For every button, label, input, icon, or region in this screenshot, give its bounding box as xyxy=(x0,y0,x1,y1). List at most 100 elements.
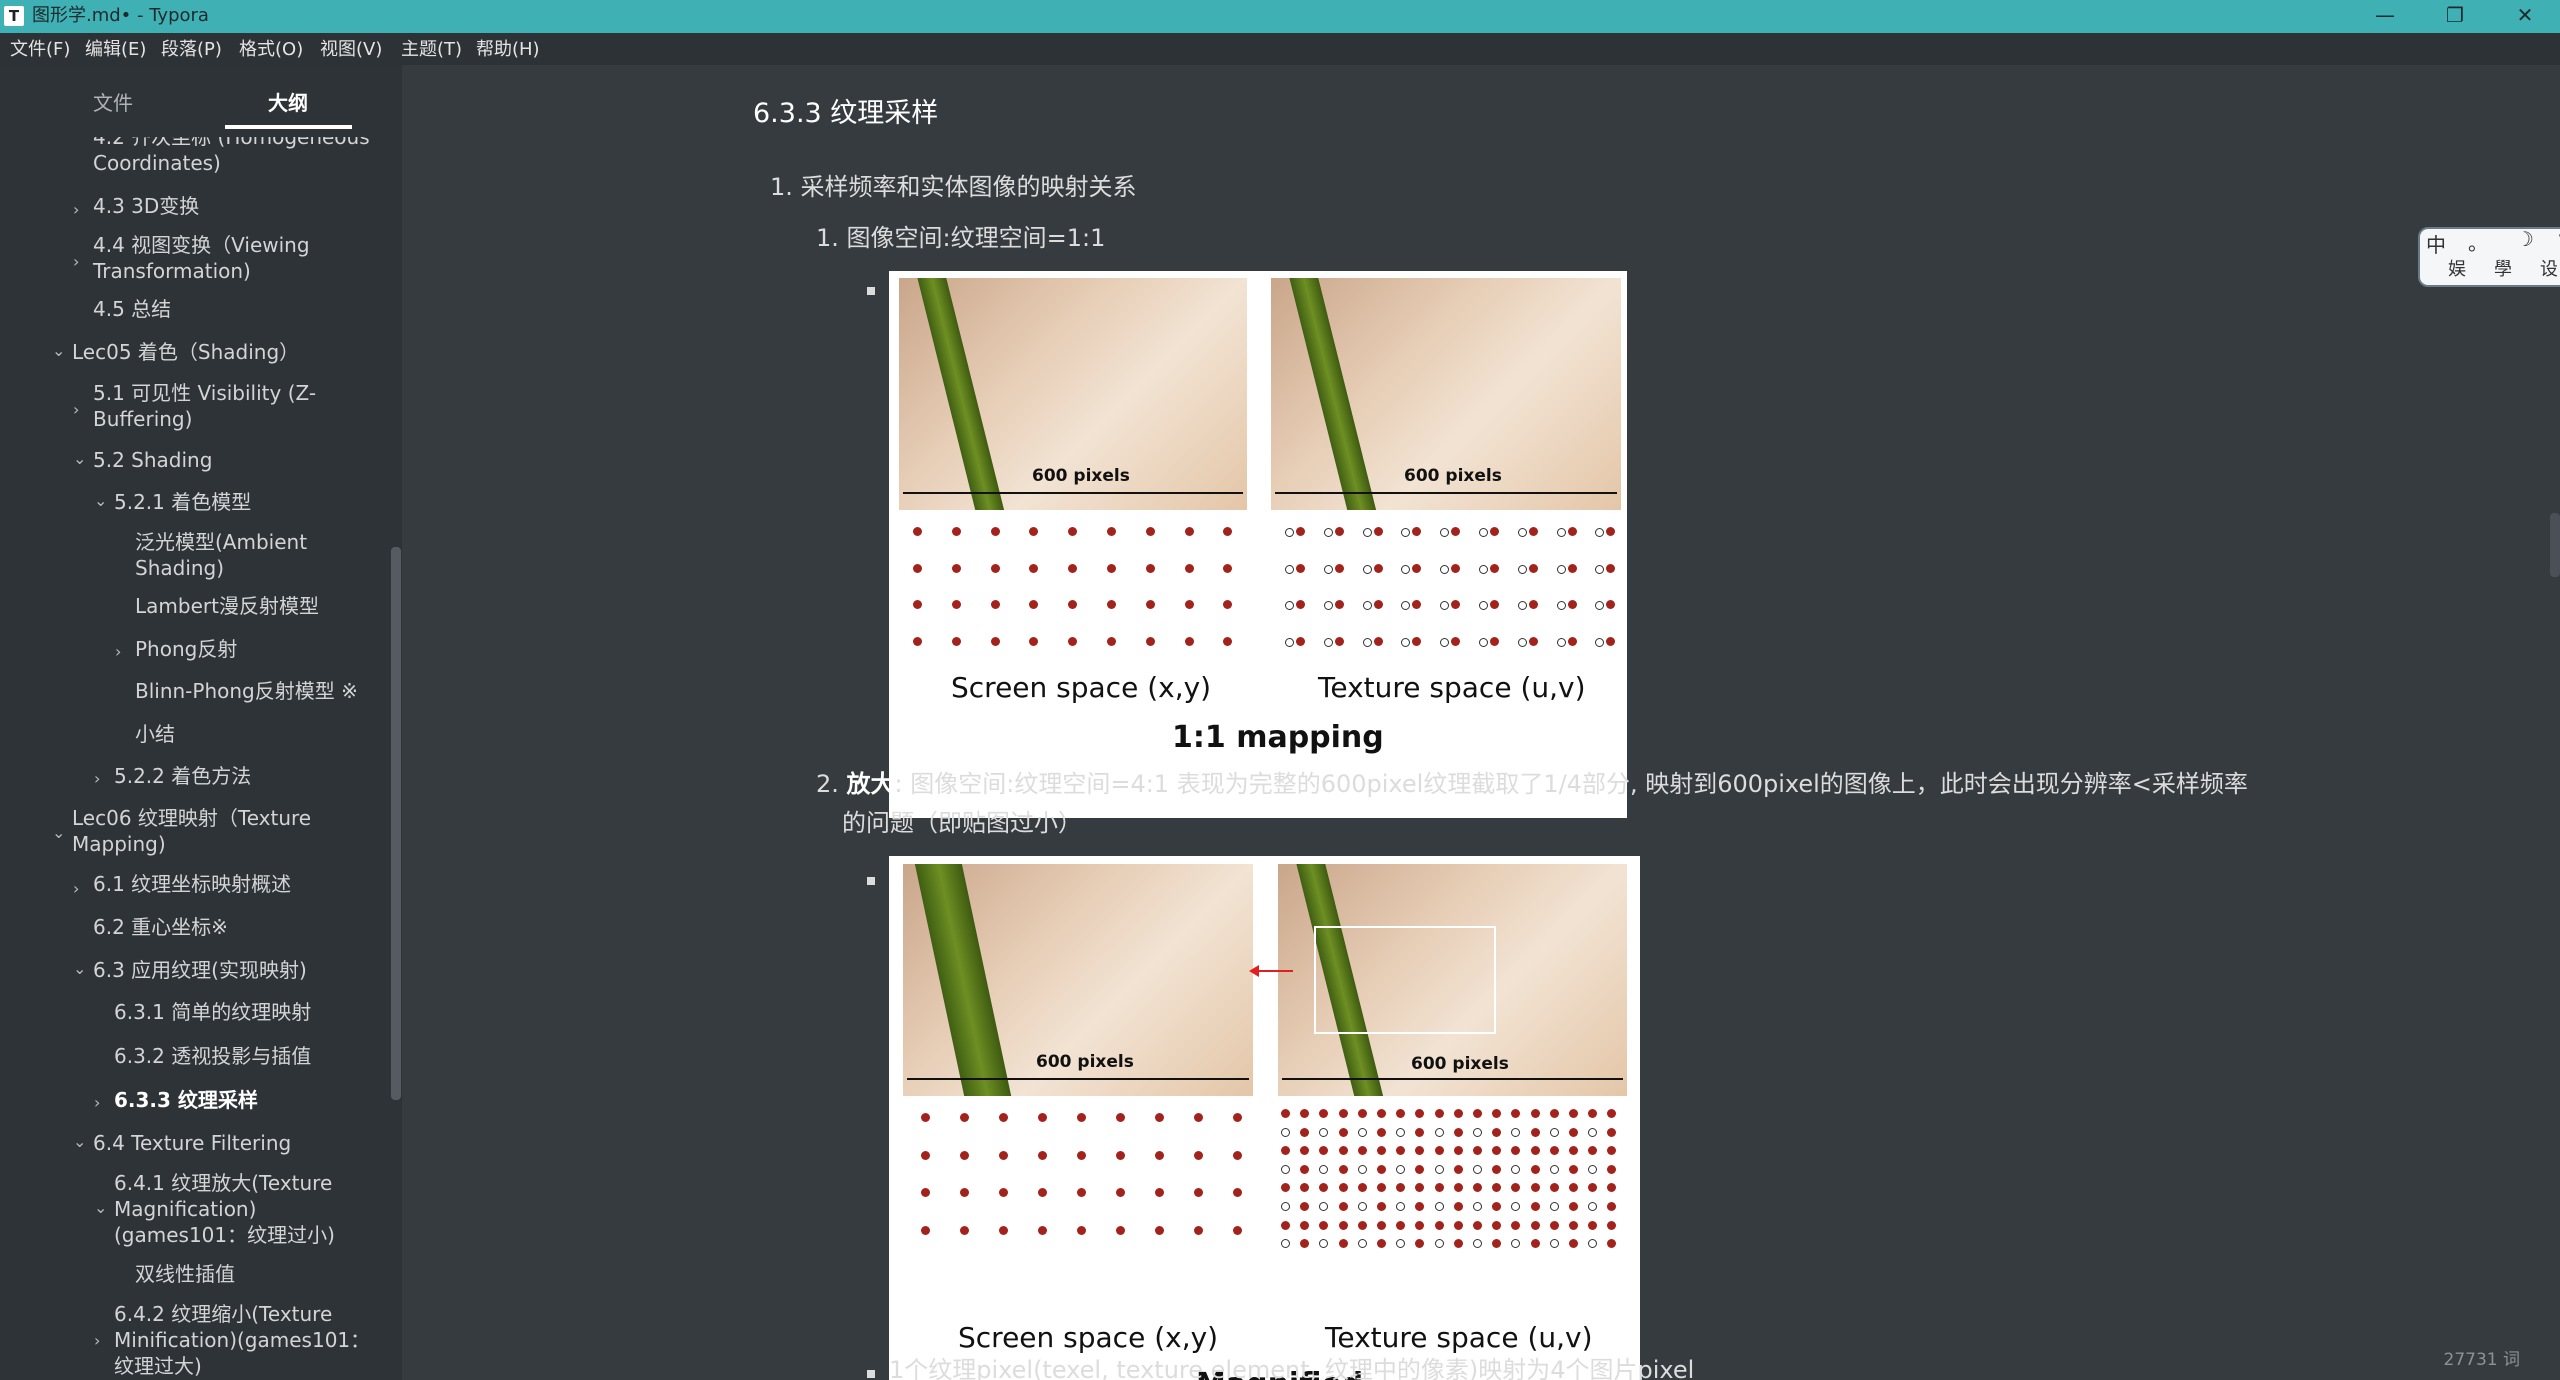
outline-item[interactable]: Mapping) xyxy=(72,831,166,857)
outline-item-current[interactable]: 6.3.3 纹理采样 xyxy=(114,1087,258,1113)
menu-format[interactable]: 格式(O) xyxy=(239,39,303,61)
outline-item[interactable]: 双线性插值 xyxy=(135,1261,235,1287)
sample-dot xyxy=(1077,1225,1086,1235)
sample-dot xyxy=(1530,1220,1540,1230)
sample-dot xyxy=(1377,1183,1386,1193)
outline-item[interactable]: Buffering) xyxy=(93,406,192,432)
section-heading: 6.3.3 纹理采样 xyxy=(753,98,939,129)
menu-view[interactable]: 视图(V) xyxy=(320,39,382,61)
menu-help[interactable]: 帮助(H) xyxy=(476,39,540,61)
sample-dot xyxy=(1588,1183,1598,1193)
sample-dot xyxy=(1567,563,1577,573)
menu-edit[interactable]: 编辑(E) xyxy=(85,39,146,61)
close-button[interactable]: ✕ xyxy=(2490,0,2560,33)
sample-dot xyxy=(960,1150,969,1160)
outline-item[interactable]: 4.2 齐次坐标 (Homogeneous xyxy=(93,137,370,150)
outline-item[interactable]: 5.1 可见性 Visibility (Z- xyxy=(93,380,316,406)
chevron-right-icon[interactable]: › xyxy=(73,879,79,899)
chevron-down-icon[interactable]: ⌄ xyxy=(94,1198,107,1218)
outline-item[interactable]: Magnification) xyxy=(114,1196,256,1222)
sample-dot xyxy=(921,1113,930,1122)
sample-dot xyxy=(1434,1109,1444,1118)
sidebar-scrollbar[interactable] xyxy=(391,547,401,1100)
editor-area[interactable]: 6.3.3 纹理采样 1. 采样频率和实体图像的映射关系 1. 图像空间:纹理空… xyxy=(402,65,2560,1380)
outline-item[interactable]: (games101：纹理过小) xyxy=(114,1222,335,1248)
outline-item[interactable]: Blinn-Phong反射模型 ※ xyxy=(135,678,358,704)
outline-item[interactable]: 4.5 总结 xyxy=(93,296,171,322)
chevron-right-icon[interactable]: › xyxy=(94,1331,100,1351)
outline-item[interactable]: 5.2.1 着色模型 xyxy=(114,489,251,515)
chevron-right-icon[interactable]: › xyxy=(115,642,121,662)
outline-item[interactable]: Minification)(games101： xyxy=(114,1327,370,1353)
maximize-button[interactable]: ❐ xyxy=(2420,0,2490,33)
outline-item[interactable]: 6.1 纹理坐标映射概述 xyxy=(93,871,291,897)
chevron-down-icon[interactable]: ⌄ xyxy=(73,959,86,979)
sample-dot xyxy=(1373,527,1383,536)
chevron-right-icon[interactable]: › xyxy=(73,400,79,420)
sample-dot xyxy=(1415,1146,1425,1156)
empty-sample-dot xyxy=(1556,528,1566,537)
minimize-button[interactable]: — xyxy=(2350,0,2420,33)
sample-dot xyxy=(1490,600,1499,609)
chevron-right-icon[interactable]: › xyxy=(94,769,100,789)
empty-sample-dot xyxy=(1549,1164,1559,1174)
outline-item[interactable]: Lec06 纹理映射（Texture xyxy=(72,805,311,831)
word-count[interactable]: 27731 词 xyxy=(2444,1345,2520,1370)
sample-dot xyxy=(1068,527,1078,536)
sample-dot xyxy=(990,636,1000,646)
sample-dot xyxy=(1549,1109,1559,1118)
outline-item[interactable]: 6.4.2 纹理缩小(Texture xyxy=(114,1301,332,1327)
chevron-right-icon[interactable]: › xyxy=(94,1093,100,1113)
editor-scrollbar[interactable] xyxy=(2550,513,2560,577)
outline-item[interactable]: 5.2.2 着色方法 xyxy=(114,763,251,789)
empty-sample-dot xyxy=(1473,1239,1482,1249)
tab-outline[interactable]: 大纲 xyxy=(268,87,308,116)
menu-theme[interactable]: 主题(T) xyxy=(401,39,462,61)
outline-item[interactable]: 6.3.2 透视投影与插值 xyxy=(114,1043,311,1069)
outline-item[interactable]: 6.3 应用纹理(实现映射) xyxy=(93,957,307,983)
sample-dot xyxy=(913,636,922,646)
sample-dot xyxy=(1281,1183,1290,1193)
outline-item[interactable]: 泛光模型(Ambient xyxy=(135,529,307,555)
outline-item[interactable]: 6.2 重心坐标※ xyxy=(93,914,228,940)
empty-sample-dot xyxy=(1323,637,1333,647)
outline-item[interactable]: Phong反射 xyxy=(135,636,237,662)
sample-dot xyxy=(1415,1109,1425,1118)
sample-dot xyxy=(1530,1239,1540,1249)
chevron-right-icon[interactable]: › xyxy=(73,252,79,272)
chevron-down-icon[interactable]: ⌄ xyxy=(52,823,65,843)
outline-item[interactable]: 6.3.1 简单的纹理映射 xyxy=(114,999,311,1025)
empty-sample-dot xyxy=(1362,528,1372,537)
outline-item[interactable]: 小结 xyxy=(135,721,175,747)
outline-item[interactable]: 纹理过大) xyxy=(114,1353,202,1379)
outline-item[interactable]: 4.3 3D变换 xyxy=(93,193,199,219)
outline-item[interactable]: 5.2 Shading xyxy=(93,447,212,473)
sample-dot xyxy=(1068,600,1078,609)
outline-item[interactable]: Coordinates) xyxy=(93,150,221,176)
chevron-down-icon[interactable]: ⌄ xyxy=(73,449,86,469)
outline-item[interactable]: 6.4.1 纹理放大(Texture xyxy=(114,1170,332,1196)
figure-caption: Texture space (u,v) xyxy=(1318,671,1586,704)
outline-item[interactable]: Lec05 着色（Shading） xyxy=(72,339,299,365)
outline-item[interactable]: Shading) xyxy=(135,555,224,581)
menu-paragraph[interactable]: 段落(P) xyxy=(161,39,222,61)
sample-dot xyxy=(1606,563,1616,573)
sample-dot xyxy=(1377,1202,1386,1211)
tab-files[interactable]: 文件 xyxy=(93,87,133,116)
crop-rectangle xyxy=(1314,926,1496,1034)
outline-item[interactable]: 4.4 视图变换（Viewing xyxy=(93,232,310,258)
menu-file[interactable]: 文件(F) xyxy=(10,39,70,61)
chevron-down-icon[interactable]: ⌄ xyxy=(73,1132,86,1152)
chevron-down-icon[interactable]: ⌄ xyxy=(94,491,107,511)
empty-sample-dot xyxy=(1511,1239,1521,1249)
outline-item[interactable]: Transformation) xyxy=(93,258,251,284)
chevron-right-icon[interactable]: › xyxy=(73,200,79,220)
sample-dot xyxy=(1492,1220,1502,1230)
arrow-head xyxy=(1249,965,1259,977)
empty-sample-dot xyxy=(1440,637,1450,647)
empty-sample-dot xyxy=(1357,1127,1367,1137)
outline-item[interactable]: Lambert漫反射模型 xyxy=(135,593,319,619)
outline-item[interactable]: 6.4 Texture Filtering xyxy=(93,1130,291,1156)
empty-sample-dot xyxy=(1595,601,1605,610)
chevron-down-icon[interactable]: ⌄ xyxy=(52,341,65,361)
